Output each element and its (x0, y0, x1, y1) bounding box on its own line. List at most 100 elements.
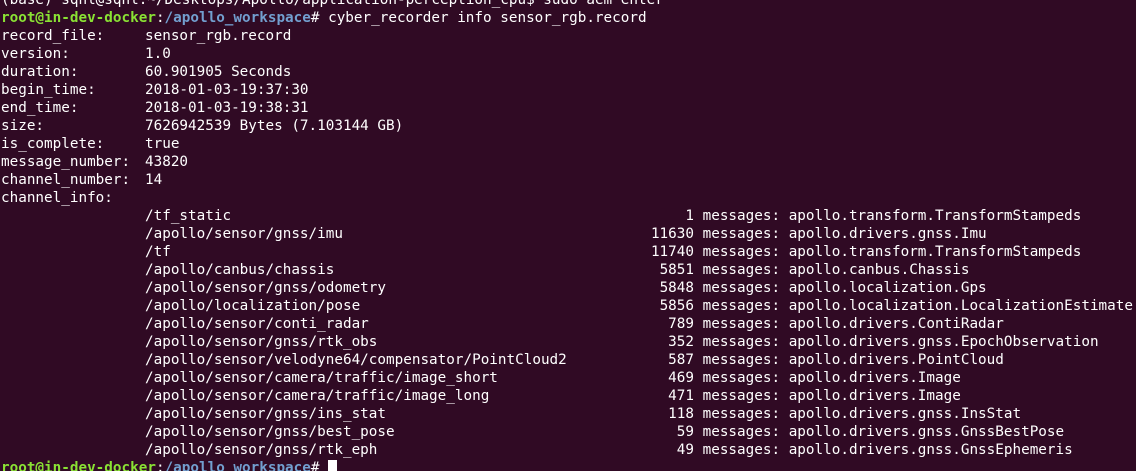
channel-name: /tf_static (145, 208, 232, 224)
info-value: 60.901905 Seconds (145, 64, 292, 80)
info-value: 43820 (145, 154, 189, 170)
terminal-window[interactable]: (base) sqhl@sqhl: ~/Desktops/Apollo/appli… (0, 0, 1136, 471)
channel-row: /apollo/localization/pose 5856 messages: … (1, 297, 1133, 315)
channel-name: /apollo/sensor/gnss/rtk_obs (145, 334, 378, 350)
messages-label: messages: (694, 244, 789, 260)
info-value: 14 (145, 172, 163, 188)
prev-prompt-user: (base) sqhl@sqhl (1, 0, 139, 8)
info-row: duration: 60.901905 Seconds (1, 63, 1133, 81)
channel-message-count: 587 (668, 352, 694, 368)
info-key: size: (1, 118, 45, 134)
channel-message-type: apollo.drivers.gnss.InsStat (788, 406, 1022, 422)
info-key: channel_number: (1, 172, 131, 188)
info-key: is_complete: (1, 136, 105, 152)
prev-prompt-path: ~/Desktops/Apollo/application-perception… (147, 0, 527, 8)
channel-message-count: 1 (685, 208, 694, 224)
channel-message-type: apollo.canbus.Chassis (788, 262, 970, 278)
channel-message-count: 469 (668, 370, 694, 386)
channel-row: /apollo/sensor/camera/traffic/image_shor… (1, 369, 1133, 387)
terminal-output: (base) sqhl@sqhl: ~/Desktops/Apollo/appli… (1, 0, 1133, 471)
channel-row: /apollo/sensor/gnss/ins_stat 118 messages… (1, 405, 1133, 423)
channel-message-count: 352 (668, 334, 694, 350)
channel-row: /apollo/sensor/gnss/odometry 5848 message… (1, 279, 1133, 297)
channel-message-type: apollo.drivers.gnss.EpochObservation (788, 334, 1099, 350)
command-text: cyber_recorder info sensor_rgb.record (319, 10, 647, 26)
info-key: record_file: (1, 28, 105, 44)
messages-label: messages: (694, 370, 789, 386)
channel-row: /apollo/sensor/velodyne64/compensator/Po… (1, 351, 1133, 369)
channel-row: /tf_static 1 messages: apollo.transform.T… (1, 207, 1133, 225)
text-cursor[interactable] (328, 460, 338, 471)
channel-message-type: apollo.localization.LocalizationEstimate (788, 298, 1133, 314)
prompt-separator: : (155, 10, 165, 26)
record-info: record_file: sensor_rgb.record version: 1.0… (1, 27, 1133, 207)
channel-message-type: apollo.drivers.Image (788, 388, 961, 404)
channel-list: /tf_static 1 messages: apollo.transform.T… (1, 207, 1133, 459)
active-prompt-symbol: # (310, 460, 320, 471)
info-value: 7626942539 Bytes (7.103144 GB) (145, 118, 404, 134)
prompt-path: /apollo_workspace (164, 10, 311, 26)
info-key: version: (1, 46, 70, 62)
channel-name: /apollo/localization/pose (145, 298, 361, 314)
channel-name: /apollo/canbus/chassis (145, 262, 335, 278)
channel-message-count: 49 (676, 442, 694, 458)
channel-message-type: apollo.drivers.Image (788, 370, 961, 386)
channel-message-type: apollo.drivers.ContiRadar (788, 316, 1004, 332)
channel-message-type: apollo.transform.TransformStampeds (788, 208, 1082, 224)
channel-message-count: 118 (668, 406, 694, 422)
command-line: root@in-dev-docker:/apollo_workspace# cy… (1, 9, 1133, 27)
active-prompt-separator: : (155, 460, 165, 471)
channel-row: /apollo/sensor/conti_radar 789 messages: … (1, 315, 1133, 333)
channel-message-type: apollo.drivers.gnss.Imu (788, 226, 987, 242)
info-value: sensor_rgb.record (145, 28, 292, 44)
messages-label: messages: (694, 262, 789, 278)
messages-label: messages: (694, 352, 789, 368)
channel-row: /apollo/sensor/gnss/best_pose 59 messages… (1, 423, 1133, 441)
channel-name: /apollo/sensor/gnss/best_pose (145, 424, 395, 440)
channel-row: /tf 11740 messages: apollo.transform.Tran… (1, 243, 1133, 261)
info-row: channel_info: (1, 189, 1133, 207)
channel-message-type: apollo.drivers.gnss.GnssBestPose (788, 424, 1065, 440)
info-value: 1.0 (145, 46, 171, 62)
info-value: 2018-01-03-19:37:30 (145, 82, 309, 98)
channel-name: /apollo/sensor/conti_radar (145, 316, 369, 332)
channel-message-count: 5851 (659, 262, 694, 278)
channel-name: /apollo/sensor/camera/traffic/image_shor… (145, 370, 498, 386)
channel-message-type: apollo.transform.TransformStampeds (788, 244, 1082, 260)
prev-command: $ sudo aem enter (526, 0, 664, 8)
info-row: is_complete: true (1, 135, 1133, 153)
messages-label: messages: (694, 298, 789, 314)
channel-message-type: apollo.drivers.PointCloud (788, 352, 1004, 368)
channel-row: /apollo/sensor/camera/traffic/image_long… (1, 387, 1133, 405)
active-prompt-line[interactable]: root@in-dev-docker:/apollo_workspace# (1, 459, 1133, 471)
info-row: begin_time: 2018-01-03-19:37:30 (1, 81, 1133, 99)
messages-label: messages: (694, 442, 789, 458)
info-row: channel_number: 14 (1, 171, 1133, 189)
info-row: message_number: 43820 (1, 153, 1133, 171)
info-row: size: 7626942539 Bytes (7.103144 GB) (1, 117, 1133, 135)
info-value: 2018-01-03-19:38:31 (145, 100, 309, 116)
info-key: channel_info: (1, 190, 113, 206)
info-row: record_file: sensor_rgb.record (1, 27, 1133, 45)
messages-label: messages: (694, 208, 789, 224)
messages-label: messages: (694, 316, 789, 332)
prompt-user: root@in-dev-docker (1, 10, 156, 26)
info-key: begin_time: (1, 82, 96, 98)
channel-message-count: 59 (676, 424, 694, 440)
channel-name: /apollo/sensor/camera/traffic/image_long (145, 388, 490, 404)
channel-row: /apollo/sensor/gnss/imu 11630 messages: a… (1, 225, 1133, 243)
channel-name: /apollo/sensor/gnss/ins_stat (145, 406, 387, 422)
messages-label: messages: (694, 406, 789, 422)
channel-row: /apollo/sensor/gnss/rtk_obs 352 messages:… (1, 333, 1133, 351)
channel-name: /apollo/sensor/gnss/rtk_eph (145, 442, 378, 458)
info-row: version: 1.0 (1, 45, 1133, 63)
info-key: message_number: (1, 154, 131, 170)
messages-label: messages: (694, 388, 789, 404)
channel-message-count: 5848 (659, 280, 694, 296)
info-row: end_time: 2018-01-03-19:38:31 (1, 99, 1133, 117)
previous-command-line: (base) sqhl@sqhl:~/Desktops/Apollo/appli… (1, 0, 1133, 9)
channel-message-type: apollo.drivers.gnss.GnssEphemeris (788, 442, 1073, 458)
messages-label: messages: (694, 226, 789, 242)
channel-message-count: 11630 (650, 226, 694, 242)
info-value: true (145, 136, 180, 152)
